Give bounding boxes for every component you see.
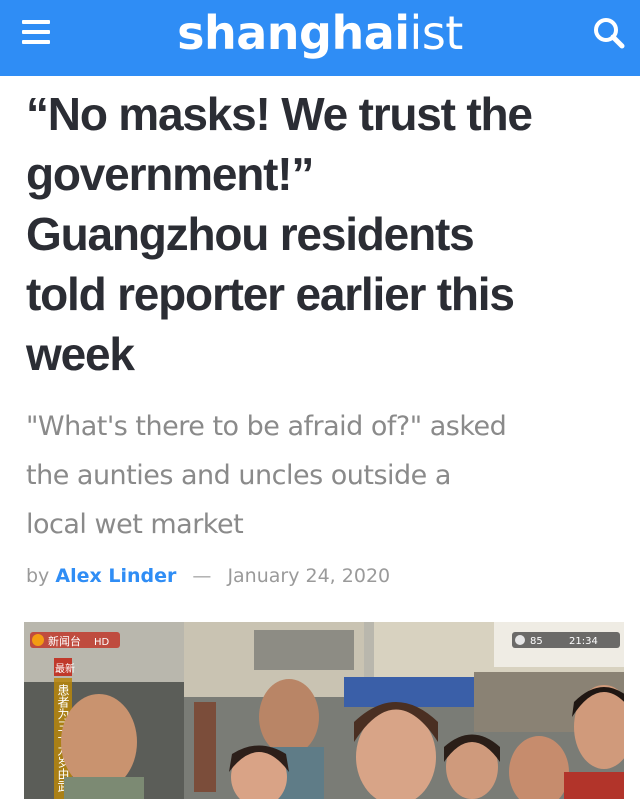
byline-prefix: by [26, 565, 50, 587]
headline-line: week [26, 328, 135, 380]
article-hero-image[interactable]: 新闻台 HD 最新 患者为三十九岁由武 85 21:34 [24, 622, 624, 799]
time-label: 21:34 [569, 636, 598, 647]
site-logo[interactable]: shanghaiist [0, 6, 640, 60]
breaking-label: 最新 [55, 662, 75, 675]
channel-label: 新闻台 [48, 634, 81, 648]
article-headline: “No masks! We trust the government!” Gua… [26, 84, 626, 384]
byline-separator: — [192, 565, 212, 587]
logo-bold-text: shanghai [177, 6, 410, 60]
headline-line: “No masks! We trust the [26, 88, 533, 140]
search-icon[interactable] [592, 16, 626, 50]
temperature-label: 85 [530, 636, 543, 647]
author-link[interactable]: Alex Linder [55, 565, 176, 587]
subhead-line: the aunties and uncles outside a [26, 460, 451, 491]
site-header: shanghaiist [0, 0, 640, 76]
article-byline: by Alex Linder — January 24, 2020 [26, 565, 626, 587]
subhead-line: "What's there to be afraid of?" asked [26, 411, 507, 442]
logo-light-text: ist [409, 6, 464, 60]
hd-label: HD [94, 637, 110, 648]
article-subheading: "What's there to be afraid of?" asked th… [26, 402, 626, 549]
publish-date: January 24, 2020 [227, 565, 391, 587]
headline-line: told reporter earlier this [26, 268, 515, 320]
subhead-line: local wet market [26, 509, 244, 540]
headline-line: Guangzhou residents [26, 208, 475, 260]
headline-line: government!” [26, 148, 314, 200]
